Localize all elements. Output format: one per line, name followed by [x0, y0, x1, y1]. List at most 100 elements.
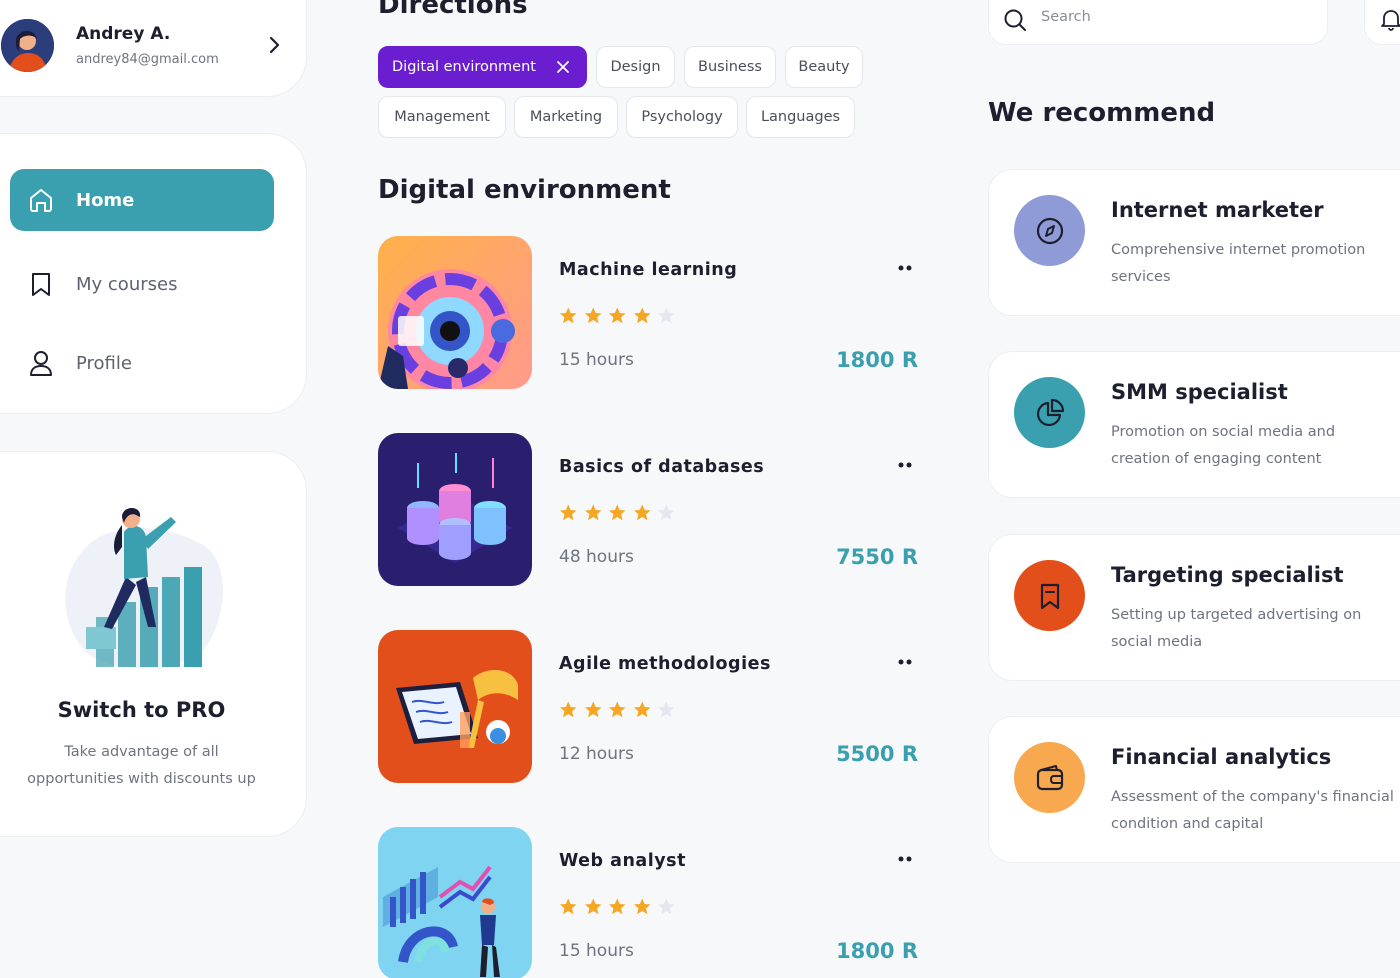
star-filled-icon [559, 898, 577, 915]
nav-item-home[interactable]: Home [10, 169, 274, 231]
user-card[interactable]: Andrey A. andrey84@gmail.com [0, 0, 307, 97]
course-hours: 15 hours [559, 941, 634, 961]
chip-digital-environment[interactable]: Digital environment [378, 46, 587, 88]
bell-icon [1381, 10, 1400, 31]
notifications-button[interactable] [1364, 0, 1400, 45]
recommend-desc: Assessment of the company's financial co… [1111, 789, 1394, 832]
chip-business[interactable]: Business [684, 46, 776, 88]
recommend-title: We recommend [988, 98, 1216, 128]
chip-label: Beauty [798, 59, 850, 75]
course-price: 7550 R [836, 545, 918, 569]
nav-item-label: Profile [76, 352, 132, 374]
wallet-icon [1036, 764, 1063, 790]
chip-marketing[interactable]: Marketing [514, 96, 618, 138]
search-icon [1004, 9, 1026, 31]
recommend-icon-badge [1014, 377, 1085, 448]
user-name: Andrey A. [76, 24, 171, 44]
star-filled-icon [559, 701, 577, 718]
star-filled-icon [633, 307, 651, 324]
course-thumbnail [378, 827, 532, 978]
bookmark-icon [1040, 583, 1059, 609]
nav-item-label: Home [76, 189, 135, 211]
recommend-card-smm-specialist[interactable]: SMM specialist Promotion on social media… [988, 351, 1400, 498]
pro-title: Switch to PRO [57, 698, 226, 722]
course-hours: 15 hours [559, 350, 634, 370]
star-filled-icon [584, 504, 602, 521]
course-card[interactable]: Machine learning 15 hours 1800 R [378, 236, 918, 389]
course-rating [558, 503, 681, 523]
pro-text: Take advantage of all opportunities with… [1, 739, 282, 793]
course-title: Web analyst [559, 851, 686, 871]
avatar[interactable] [1, 19, 54, 72]
star-filled-icon [608, 898, 626, 915]
recommend-icon-badge [1014, 195, 1085, 266]
compass-icon [1036, 217, 1063, 244]
pie-chart-icon [1036, 398, 1064, 426]
nav-card: Home My courses Profile [0, 133, 307, 414]
search-bar[interactable] [988, 0, 1328, 45]
more-options-icon[interactable] [893, 457, 917, 473]
recommend-card-internet-marketer[interactable]: Internet marketer Comprehensive internet… [988, 169, 1400, 316]
star-empty-icon [657, 701, 675, 718]
pro-card[interactable]: Switch to PRO Take advantage of all oppo… [0, 451, 307, 837]
chevron-right-icon[interactable] [264, 35, 284, 55]
recommend-icon-badge [1014, 742, 1085, 813]
more-options-icon[interactable] [893, 654, 917, 670]
recommend-icon-badge [1014, 560, 1085, 631]
home-icon [30, 189, 52, 212]
course-thumbnail [378, 630, 532, 783]
nav-item-my-courses[interactable]: My courses [10, 253, 274, 315]
chip-label: Digital environment [392, 59, 536, 75]
course-hours: 12 hours [559, 744, 634, 764]
pro-text-line: opportunities with discounts up [27, 771, 256, 787]
chip-languages[interactable]: Languages [746, 96, 855, 138]
search-input[interactable] [1041, 9, 1301, 25]
more-options-icon[interactable] [893, 260, 917, 276]
course-card[interactable]: Agile methodologies 12 hours 5500 R [378, 630, 918, 783]
pro-text-line: Take advantage of all [64, 744, 219, 760]
course-price: 1800 R [836, 939, 918, 963]
course-title: Basics of databases [559, 457, 765, 477]
star-filled-icon [608, 701, 626, 718]
course-title: Machine learning [559, 260, 738, 280]
close-icon[interactable] [556, 60, 570, 74]
user-email: andrey84@gmail.com [76, 52, 219, 67]
chip-psychology[interactable]: Psychology [626, 96, 738, 138]
recommend-title-text: Internet marketer [1111, 198, 1324, 222]
star-empty-icon [657, 898, 675, 915]
star-filled-icon [608, 307, 626, 324]
star-filled-icon [608, 504, 626, 521]
nav-item-profile[interactable]: Profile [10, 332, 274, 394]
recommend-card-financial-analytics[interactable]: Financial analytics Assessment of the co… [988, 716, 1400, 863]
star-filled-icon [633, 898, 651, 915]
star-filled-icon [584, 307, 602, 324]
star-filled-icon [584, 898, 602, 915]
chip-label: Languages [760, 109, 841, 125]
chip-management[interactable]: Management [378, 96, 506, 138]
recommend-title-text: SMM specialist [1111, 380, 1288, 404]
star-filled-icon [633, 504, 651, 521]
chip-label: Business [698, 59, 762, 75]
pro-illustration [65, 508, 223, 669]
star-empty-icon [657, 504, 675, 521]
course-price: 5500 R [836, 742, 918, 766]
course-price: 1800 R [836, 348, 918, 372]
star-empty-icon [657, 307, 675, 324]
recommend-title-text: Targeting specialist [1111, 563, 1344, 587]
course-title: Agile methodologies [559, 654, 771, 674]
star-filled-icon [633, 701, 651, 718]
recommend-card-targeting-specialist[interactable]: Targeting specialist Setting up targeted… [988, 534, 1400, 681]
recommend-desc: Promotion on social media and creation o… [1111, 424, 1336, 467]
section-title: Digital environment [378, 175, 671, 205]
chip-label: Design [610, 59, 661, 75]
bookmark-icon [32, 273, 50, 296]
course-card[interactable]: Web analyst 15 hours 1800 R [378, 827, 918, 978]
chip-label: Psychology [641, 109, 723, 125]
chip-design[interactable]: Design [596, 46, 675, 88]
user-icon [30, 351, 52, 376]
course-card[interactable]: Basics of databases 48 hours 7550 R [378, 433, 918, 586]
recommend-desc: Setting up targeted advertising on socia… [1111, 607, 1362, 650]
directions-title: Directions [378, 0, 528, 20]
chip-beauty[interactable]: Beauty [785, 46, 863, 88]
more-options-icon[interactable] [893, 851, 917, 867]
